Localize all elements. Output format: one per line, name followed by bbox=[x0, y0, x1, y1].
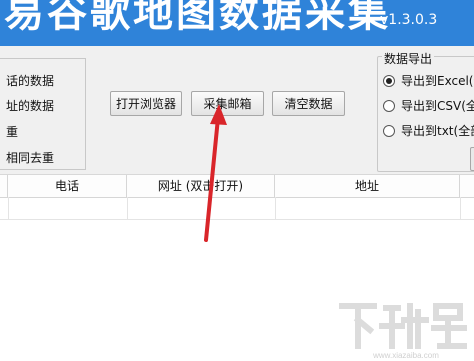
export-txt-option[interactable]: 导出到txt(全部 bbox=[383, 122, 474, 139]
title-banner: 易谷歌地图数据采集 v1.3.0.3 bbox=[0, 0, 474, 46]
app-version: v1.3.0.3 bbox=[380, 12, 438, 28]
option-item-phone-data[interactable]: 话的数据 bbox=[6, 72, 54, 89]
radio-checked-icon[interactable] bbox=[383, 74, 395, 87]
column-divider bbox=[127, 197, 128, 219]
export-button-partial[interactable] bbox=[470, 147, 474, 171]
column-divider bbox=[460, 197, 461, 219]
clear-data-button[interactable]: 清空数据 bbox=[272, 91, 345, 116]
column-header-blank[interactable] bbox=[0, 175, 8, 197]
watermark-url: www.xiazaiba.com bbox=[372, 351, 439, 360]
controls-panel: 话的数据 址的数据 重 相同去重 打开浏览器 采集邮箱 清空数据 数据导出 导出… bbox=[0, 46, 474, 175]
app-title: 易谷歌地图数据采集 bbox=[4, 0, 391, 36]
watermark-logo: www.xiazaiba.com bbox=[339, 303, 467, 360]
column-header-phone[interactable]: 电话 bbox=[8, 175, 127, 197]
export-csv-label: 导出到CSV(全 bbox=[401, 99, 474, 113]
collect-email-button[interactable]: 采集邮箱 bbox=[191, 91, 264, 116]
table-header: 电话 网址 (双击打开) 地址 bbox=[0, 175, 474, 198]
option-item-url-data[interactable]: 址的数据 bbox=[6, 97, 54, 114]
export-excel-option[interactable]: 导出到Excel(全 bbox=[383, 72, 474, 89]
table-row[interactable] bbox=[0, 219, 474, 220]
export-excel-label: 导出到Excel(全 bbox=[401, 74, 474, 88]
export-legend: 数据导出 bbox=[382, 50, 435, 67]
export-csv-option[interactable]: 导出到CSV(全 bbox=[383, 97, 474, 114]
column-divider bbox=[275, 197, 276, 219]
radio-icon[interactable] bbox=[383, 124, 395, 137]
export-txt-label: 导出到txt(全部 bbox=[401, 124, 474, 138]
column-header-address[interactable]: 地址 bbox=[275, 175, 460, 197]
option-item-dedupe[interactable]: 重 bbox=[6, 123, 18, 140]
column-divider bbox=[8, 197, 9, 219]
radio-icon[interactable] bbox=[383, 99, 395, 112]
column-header-website[interactable]: 网址 (双击打开) bbox=[127, 175, 275, 197]
open-browser-button[interactable]: 打开浏览器 bbox=[110, 91, 182, 116]
option-item-same-dedupe[interactable]: 相同去重 bbox=[6, 149, 54, 166]
